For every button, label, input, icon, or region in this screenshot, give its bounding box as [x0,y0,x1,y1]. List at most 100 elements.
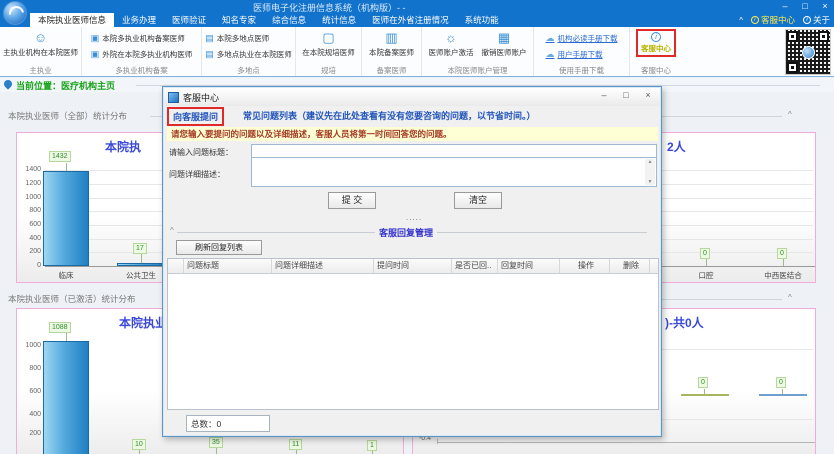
value-label: 35 [209,437,223,448]
tab-ask-service[interactable]: 向客服提问 [167,107,224,126]
multisite-practice-button[interactable]: ▤ 多地点执业在本院医师 [205,49,292,60]
group-label: 客服中心 [630,65,682,76]
ribbon-group-record-doctor: ▥ 本院备案医师 备案医师 [362,27,422,76]
dialog-maximize-button[interactable]: □ [615,88,637,104]
dialog-title: 客服中心 [183,91,219,104]
org-manual-download-link[interactable]: ☁ 机构必读手册下载 [546,33,618,44]
card-icon: ▥ [385,30,397,46]
x-label-public-health: 公共卫生 [113,270,169,281]
record-doctors-button[interactable]: ▥ 本院备案医师 [366,29,417,59]
question-desc-textarea[interactable]: ▲ ▼ [251,157,657,187]
training-doctors-button[interactable]: ▢ 在本院规培医师 [299,29,358,59]
tab-business[interactable]: 业务办理 [114,13,164,27]
y-tick: 200 [19,248,41,255]
location-pin-icon [2,78,13,89]
refresh-reply-list-button[interactable]: 刷新回复列表 [176,240,262,255]
scroll-up-icon[interactable]: ▲ [648,159,653,165]
clear-button[interactable]: 清空 [454,192,502,209]
y-tick: 800 [19,207,41,214]
ribbon-group-service: i 客服中心 客服中心 [630,27,682,76]
tab-out-province[interactable]: 医师在外省注册情况 [364,13,457,27]
app-window: 医师电子化注册信息系统（机构版）- - – □ × 本院执业医师信息 业务办理 … [0,0,834,454]
chart-title-fragment: )-共0人 [665,314,704,331]
person-icon: ☺ [34,30,47,46]
y-tick: 600 [19,388,41,395]
y-tick: 800 [19,365,41,372]
dialog-close-button[interactable]: × [637,88,659,104]
menu-service-center[interactable]: i 客服中心 [751,14,795,26]
col-question-title[interactable]: 问题标题 [184,259,272,273]
value-label: 0 [698,377,708,388]
y-tick: 1000 [19,194,41,201]
x-label-integrated: 中西医结合 [758,270,808,281]
section2-title: 本院执业医师（已激活）统计分布 [8,293,136,305]
zero-line-series2 [759,394,807,396]
section2-collapse-icon[interactable]: ^ [788,293,792,302]
ribbon-collapse-icon[interactable]: ^ [739,16,743,25]
close-button[interactable]: × [819,0,831,12]
submit-button[interactable]: 提 交 [328,192,376,209]
section1-title: 本院执业医师（全部）统计分布 [8,110,127,122]
external-multi-org-button[interactable]: ▣ 外院在本院多执业机构医师 [91,49,193,60]
y-tick: 400 [19,411,41,418]
y-tick: 600 [19,221,41,228]
section1-collapse-icon[interactable]: ^ [788,110,792,119]
service-center-button[interactable]: i 客服中心 [636,29,676,57]
col-operation[interactable]: 操作 [560,259,610,273]
tab-experts[interactable]: 知名专家 [214,13,264,27]
textarea-scrollbar[interactable]: ▲ ▼ [645,159,655,185]
info-icon: i [803,16,811,24]
menu-about[interactable]: i 关于 [803,14,830,26]
group-label: 主执业 [0,65,81,76]
bar-clinical [43,171,89,266]
chart-title-fragment: 本院执 [105,138,141,155]
value-label: 0 [776,377,786,388]
training-icon: ▢ [322,30,334,46]
scroll-down-icon[interactable]: ▼ [648,179,653,185]
app-logo-icon [3,1,27,25]
multisite-doctors-button[interactable]: ▤ 本院多地点医师 [205,33,292,44]
x-label-dental: 口腔 [690,270,722,281]
col-reply-time[interactable]: 回复时间 [498,259,560,273]
minimize-button[interactable]: – [779,0,791,12]
tab-info[interactable]: 综合信息 [264,13,314,27]
col-replied[interactable]: 是否已回.. [452,259,498,273]
value-label: 10 [132,439,146,450]
reply-collapse-icon[interactable]: ^ [170,226,174,235]
info-icon: i [651,32,661,42]
tab-system[interactable]: 系统功能 [457,13,507,27]
multisite-icon: ▤ [205,49,214,60]
ribbon: ☺ 主执业机构在本院医师 主执业 ▣ 本院多执业机构备案医师 ▣ 外院在本院多执… [0,27,834,77]
dialog-notice: 请您输入要提问的问题以及详细描述，客服人员将第一时间回答您的问题。 [167,127,658,141]
col-selector[interactable] [168,259,184,273]
multi-org-record-button[interactable]: ▣ 本院多执业机构备案医师 [91,33,193,44]
chart-title-fragment: 2人 [667,138,686,155]
menu-bar: 本院执业医师信息 业务办理 医师验证 知名专家 综合信息 统计信息 医师在外省注… [0,13,834,27]
download-icon: ☁ [546,33,555,44]
dialog-minimize-button[interactable]: – [593,88,615,104]
tab-hospital-doctors[interactable]: 本院执业医师信息 [30,13,114,27]
total-count-field: 总数：0 [186,415,270,432]
tab-faq-list[interactable]: 常见问题列表（建议先在此处查看有没有您要咨询的问题，以节省时间。） [243,109,536,122]
x-label-clinical: 临床 [42,270,90,281]
group-label: 多地点 [202,65,295,76]
tab-verify[interactable]: 医师验证 [164,13,214,27]
col-ask-time[interactable]: 提问时间 [374,259,452,273]
col-delete[interactable]: 删除 [610,259,650,273]
col-question-desc[interactable]: 问题详细描述 [272,259,374,273]
question-title-input[interactable] [251,144,657,158]
y-tick: 200 [19,430,41,437]
qr-code [785,29,831,75]
ribbon-group-multisite: ▤ 本院多地点医师 ▤ 多地点执业在本院医师 多地点 [202,27,296,76]
primary-org-doctors-button[interactable]: ☺ 主执业机构在本院医师 [0,29,81,59]
revoke-account-button[interactable]: ▦ 撤销医师账户 [479,29,530,59]
group-label: 多执业机构备案 [82,65,201,76]
bar-public-health [117,263,164,266]
splitter-dots[interactable]: ..... [406,213,422,222]
tab-stats[interactable]: 统计信息 [314,13,364,27]
activate-account-button[interactable]: ☼ 医师账户激活 [426,29,477,59]
maximize-button[interactable]: □ [799,0,811,12]
y-tick: 400 [19,235,41,242]
reply-table: 问题标题 问题详细描述 提问时间 是否已回.. 回复时间 操作 删除 [167,258,659,410]
user-manual-download-link[interactable]: ☁ 用户手册下载 [546,49,618,60]
